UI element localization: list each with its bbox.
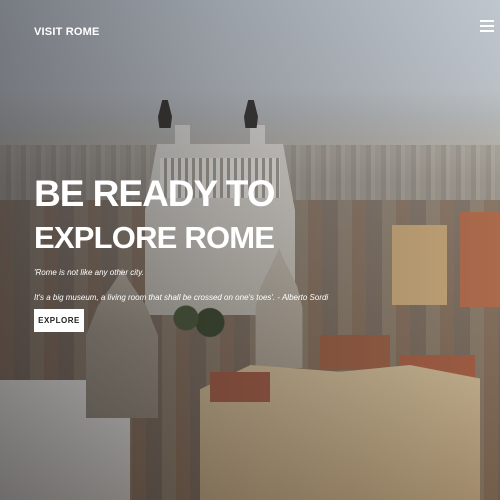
hero-title: BE READY TO EXPLORE ROME [34,172,276,260]
hero-quote-line-2: It's a big museum, a living room that sh… [34,293,329,302]
site-logo-link[interactable]: VISIT ROME [34,26,100,38]
hero-quote-line-1: 'Rome is not like any other city. [34,268,144,277]
hero-title-line-1: BE READY TO [34,173,276,214]
explore-button[interactable]: EXPLORE [34,309,84,332]
hero-title-line-2: EXPLORE ROME [34,220,275,255]
hamburger-menu-icon[interactable] [480,20,494,34]
